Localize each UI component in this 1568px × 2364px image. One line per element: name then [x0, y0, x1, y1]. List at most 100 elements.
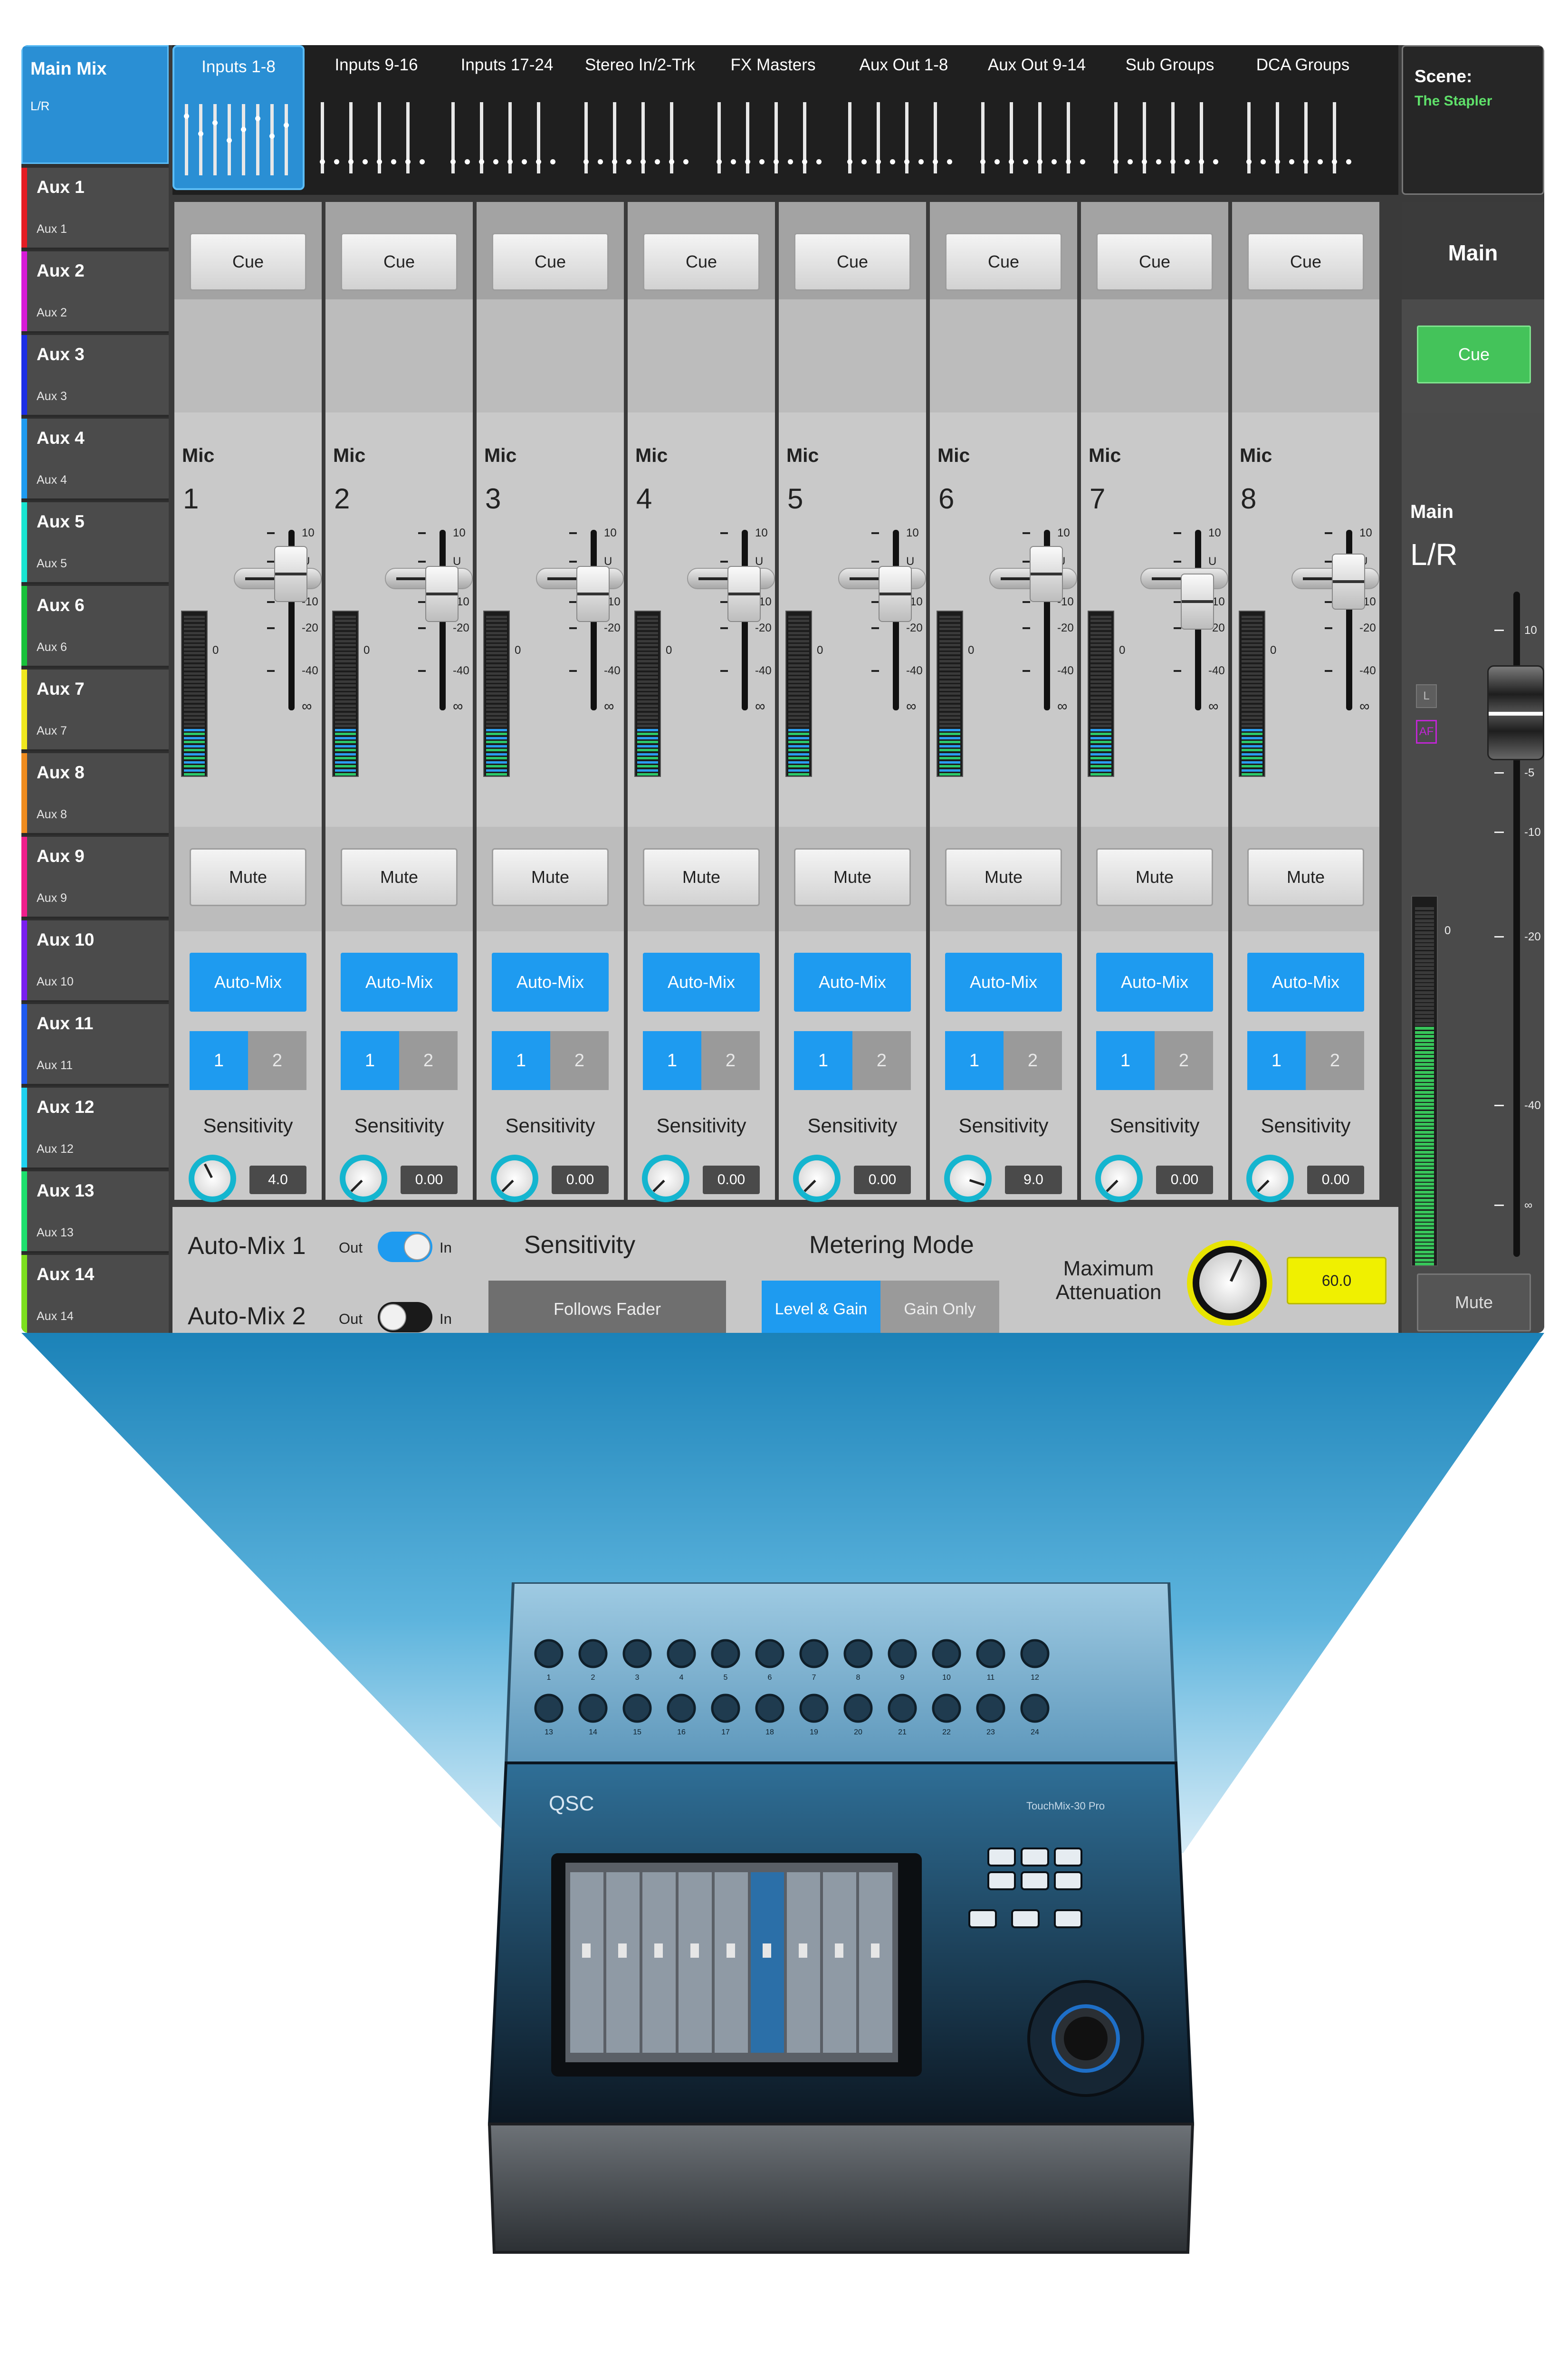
automix-group-2-button[interactable]: 2 — [1155, 1031, 1213, 1090]
sensitivity-knob[interactable] — [1246, 1155, 1294, 1202]
automix-button[interactable]: Auto-Mix — [643, 953, 760, 1012]
sensitivity-value[interactable]: 0.00 — [854, 1166, 911, 1194]
sidebar-item-aux-13[interactable]: Aux 13 Aux 13 — [21, 1171, 169, 1253]
fader-cap[interactable] — [274, 546, 307, 602]
automix-button[interactable]: Auto-Mix — [1096, 953, 1213, 1012]
cue-button[interactable]: Cue — [1247, 233, 1364, 291]
automix-group-2-button[interactable]: 2 — [550, 1031, 609, 1090]
sensitivity-knob[interactable] — [1095, 1155, 1143, 1202]
automix-group-1-button[interactable]: 1 — [341, 1031, 399, 1090]
automix-button[interactable]: Auto-Mix — [794, 953, 911, 1012]
sidebar-item-aux-7[interactable]: Aux 7 Aux 7 — [21, 670, 169, 751]
sensitivity-knob[interactable] — [340, 1155, 387, 1202]
gain-only-button[interactable]: Gain Only — [880, 1281, 999, 1333]
sidebar-item-aux-1[interactable]: Aux 1 Aux 1 — [21, 168, 169, 249]
sensitivity-value[interactable]: 0.00 — [552, 1166, 609, 1194]
cue-button[interactable]: Cue — [190, 233, 306, 291]
automix-group-2-button[interactable]: 2 — [701, 1031, 760, 1090]
cue-button[interactable]: Cue — [794, 233, 911, 291]
main-l-button[interactable]: L — [1416, 684, 1437, 708]
automix-group-2-button[interactable]: 2 — [852, 1031, 911, 1090]
fader-cap[interactable] — [1181, 574, 1214, 630]
main-af-button[interactable]: AF — [1416, 720, 1437, 744]
cue-button[interactable]: Cue — [492, 233, 609, 291]
mute-button[interactable]: Mute — [945, 848, 1062, 906]
mute-button[interactable]: Mute — [1096, 848, 1213, 906]
sidebar-item-aux-14[interactable]: Aux 14 Aux 14 — [21, 1255, 169, 1333]
scene-box[interactable]: Scene: The Stapler — [1402, 45, 1544, 195]
cue-button[interactable]: Cue — [1096, 233, 1213, 291]
automix-button[interactable]: Auto-Mix — [341, 953, 458, 1012]
fader-cap[interactable] — [1332, 554, 1365, 610]
sensitivity-value[interactable]: 9.0 — [1005, 1166, 1062, 1194]
mute-button[interactable]: Mute — [190, 848, 306, 906]
level-gain-button[interactable]: Level & Gain — [762, 1281, 880, 1333]
sensitivity-knob[interactable] — [642, 1155, 689, 1202]
main-fader-cap[interactable] — [1487, 665, 1544, 760]
sidebar-item-aux-6[interactable]: Aux 6 Aux 6 — [21, 586, 169, 668]
fader-cap[interactable] — [1030, 546, 1063, 602]
automix-button[interactable]: Auto-Mix — [945, 953, 1062, 1012]
fader-cap[interactable] — [425, 565, 459, 622]
automix-group-1-button[interactable]: 1 — [190, 1031, 248, 1090]
main-mute-button[interactable]: Mute — [1417, 1273, 1531, 1331]
tab-1[interactable]: Inputs 9-16 — [310, 45, 442, 190]
sidebar-item-main-mix[interactable]: Main Mix L/R — [21, 45, 169, 164]
sidebar-item-aux-3[interactable]: Aux 3 Aux 3 — [21, 335, 169, 417]
sensitivity-knob[interactable] — [189, 1155, 236, 1202]
tab-6[interactable]: Aux Out 9-14 — [971, 45, 1103, 190]
sidebar-item-aux-5[interactable]: Aux 5 Aux 5 — [21, 502, 169, 584]
tab-8[interactable]: DCA Groups — [1237, 45, 1369, 190]
cue-button[interactable]: Cue — [341, 233, 458, 291]
sensitivity-value[interactable]: 4.0 — [249, 1166, 306, 1194]
follows-fader-button[interactable]: Follows Fader — [488, 1281, 726, 1333]
tab-5[interactable]: Aux Out 1-8 — [838, 45, 970, 190]
automix-group-2-button[interactable]: 2 — [1004, 1031, 1062, 1090]
sensitivity-value[interactable]: 0.00 — [1307, 1166, 1364, 1194]
automix-group-1-button[interactable]: 1 — [643, 1031, 701, 1090]
automix-group-2-button[interactable]: 2 — [1306, 1031, 1364, 1090]
sensitivity-value[interactable]: 0.00 — [703, 1166, 760, 1194]
sidebar-item-aux-2[interactable]: Aux 2 Aux 2 — [21, 251, 169, 333]
automix-1-toggle[interactable] — [378, 1232, 432, 1262]
tab-4[interactable]: FX Masters — [707, 45, 839, 190]
automix-group-1-button[interactable]: 1 — [945, 1031, 1004, 1090]
sensitivity-value[interactable]: 0.00 — [401, 1166, 458, 1194]
automix-button[interactable]: Auto-Mix — [1247, 953, 1364, 1012]
main-cue-button[interactable]: Cue — [1417, 325, 1531, 383]
automix-group-1-button[interactable]: 1 — [1247, 1031, 1306, 1090]
automix-group-2-button[interactable]: 2 — [399, 1031, 458, 1090]
fader-cap[interactable] — [576, 565, 610, 622]
max-attenuation-knob[interactable] — [1187, 1240, 1272, 1326]
automix-button[interactable]: Auto-Mix — [492, 953, 609, 1012]
fader-cap[interactable] — [727, 565, 761, 622]
cue-button[interactable]: Cue — [643, 233, 760, 291]
mute-button[interactable]: Mute — [794, 848, 911, 906]
tab-7[interactable]: Sub Groups — [1104, 45, 1236, 190]
sensitivity-knob[interactable] — [793, 1155, 841, 1202]
tab-0[interactable]: Inputs 1-8 — [172, 45, 305, 190]
automix-group-1-button[interactable]: 1 — [492, 1031, 550, 1090]
automix-group-1-button[interactable]: 1 — [794, 1031, 852, 1090]
mute-button[interactable]: Mute — [492, 848, 609, 906]
mute-button[interactable]: Mute — [643, 848, 760, 906]
sensitivity-knob[interactable] — [491, 1155, 538, 1202]
sidebar-item-aux-9[interactable]: Aux 9 Aux 9 — [21, 837, 169, 919]
mute-button[interactable]: Mute — [1247, 848, 1364, 906]
max-attenuation-value[interactable]: 60.0 — [1287, 1257, 1386, 1304]
sidebar-item-aux-10[interactable]: Aux 10 Aux 10 — [21, 920, 169, 1002]
tab-2[interactable]: Inputs 17-24 — [441, 45, 573, 190]
automix-2-toggle[interactable] — [378, 1302, 432, 1332]
fader-cap[interactable] — [879, 565, 912, 622]
sidebar-item-aux-12[interactable]: Aux 12 Aux 12 — [21, 1088, 169, 1169]
sidebar-item-aux-4[interactable]: Aux 4 Aux 4 — [21, 419, 169, 500]
mute-button[interactable]: Mute — [341, 848, 458, 906]
automix-group-2-button[interactable]: 2 — [248, 1031, 306, 1090]
sensitivity-value[interactable]: 0.00 — [1156, 1166, 1213, 1194]
automix-group-1-button[interactable]: 1 — [1096, 1031, 1155, 1090]
sidebar-item-aux-8[interactable]: Aux 8 Aux 8 — [21, 753, 169, 835]
sensitivity-knob[interactable] — [944, 1155, 992, 1202]
sidebar-item-aux-11[interactable]: Aux 11 Aux 11 — [21, 1004, 169, 1086]
tab-3[interactable]: Stereo In/2-Trk — [574, 45, 706, 190]
cue-button[interactable]: Cue — [945, 233, 1062, 291]
